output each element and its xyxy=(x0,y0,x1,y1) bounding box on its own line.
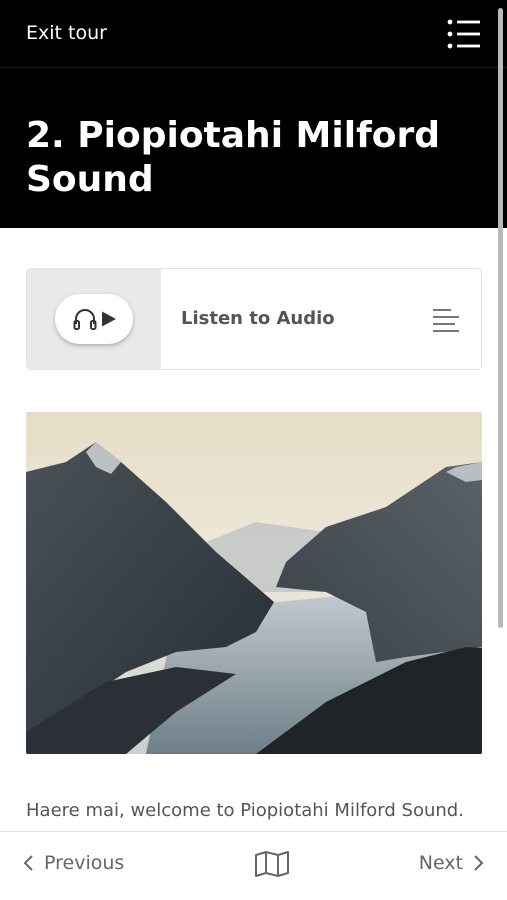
previous-button[interactable]: Previous xyxy=(22,852,124,874)
audio-play-area xyxy=(27,269,161,369)
transcript-lines-icon xyxy=(433,309,459,332)
scrollbar[interactable] xyxy=(498,8,503,628)
headphones-play-icon xyxy=(73,309,116,330)
stop-title: 2. Piopiotahi Milford Sound xyxy=(26,115,440,200)
previous-label: Previous xyxy=(44,852,125,874)
audio-player[interactable]: Listen to Audio xyxy=(26,268,482,370)
play-audio-button[interactable] xyxy=(55,294,133,344)
chevron-left-icon xyxy=(23,855,33,871)
transcript-button[interactable] xyxy=(433,307,461,337)
map-button[interactable] xyxy=(254,850,290,882)
top-bar: Exit tour xyxy=(0,0,507,68)
bottom-navigation: Previous Next xyxy=(0,831,507,900)
listen-audio-label: Listen to Audio xyxy=(181,308,335,329)
exit-tour-button[interactable]: Exit tour xyxy=(26,22,107,44)
map-icon xyxy=(255,851,289,877)
intro-text: Haere mai, welcome to Piopiotahi Milford… xyxy=(26,800,464,821)
chevron-right-icon xyxy=(474,855,484,871)
next-label: Next xyxy=(418,852,463,874)
stop-header: 2. Piopiotahi Milford Sound xyxy=(0,68,507,228)
next-button[interactable]: Next xyxy=(419,852,485,874)
menu-button[interactable] xyxy=(446,18,482,50)
stop-photo xyxy=(26,412,482,754)
list-menu-icon xyxy=(447,19,480,49)
